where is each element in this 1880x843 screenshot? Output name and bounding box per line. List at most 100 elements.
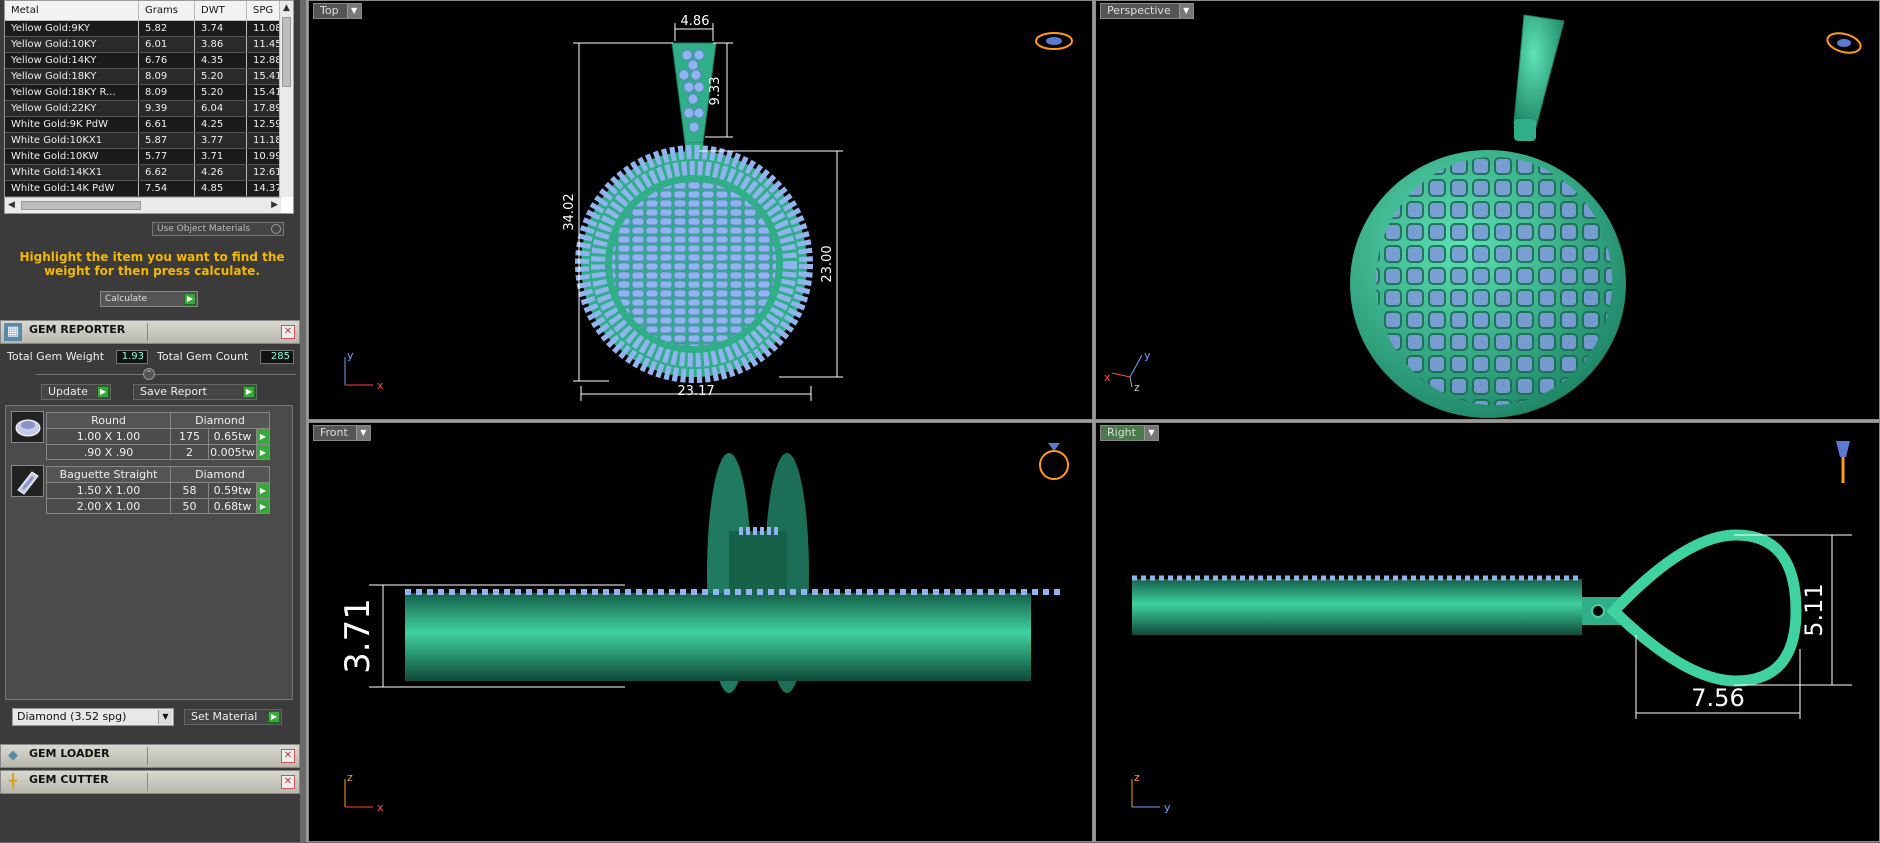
scroll-up-icon[interactable]: ▲ xyxy=(283,1,290,15)
metal-row[interactable]: White Gold:14KX1 6.62 4.26 12.61 xyxy=(5,165,293,181)
ring-side-icon[interactable] xyxy=(1836,441,1850,483)
left-panel: Metal Grams DWT SPG Yellow Gold:9KY 5.82 3… xyxy=(0,0,300,842)
metal-grams: 9.39 xyxy=(139,101,195,116)
axis-label-x: x xyxy=(377,801,384,814)
perspective-viewport[interactable]: y x z Perspective ▼ xyxy=(1095,0,1880,420)
vscroll-thumb[interactable] xyxy=(282,17,291,87)
save-report-label: Save Report xyxy=(140,385,207,398)
pendant-perspective xyxy=(1350,14,1626,418)
right-viewport[interactable]: 5.11 7.56 z y Right ▼ xyxy=(1095,422,1880,842)
metal-spg: 11.45 xyxy=(247,37,281,52)
set-material-button[interactable]: Set Material ▶ xyxy=(184,709,282,725)
calculate-button[interactable]: Calculate ▶ xyxy=(100,291,198,307)
hscroll-thumb[interactable] xyxy=(21,201,141,210)
pendant-top-view xyxy=(575,42,813,383)
metal-grams: 6.01 xyxy=(139,37,195,52)
metal-table-hscrollbar[interactable]: ◀ ▶ xyxy=(5,197,281,213)
metal-weight-table[interactable]: Metal Grams DWT SPG Yellow Gold:9KY 5.82 3… xyxy=(4,0,294,214)
gem-count: 2 xyxy=(170,444,208,460)
select-row-icon[interactable]: ▶ xyxy=(256,498,270,514)
chevron-down-icon[interactable]: ▼ xyxy=(346,4,361,18)
radio-icon[interactable] xyxy=(271,224,281,234)
viewport-tab-front[interactable]: Front ▼ xyxy=(313,425,371,441)
select-row-icon[interactable]: ▶ xyxy=(256,428,270,444)
gem-count: 58 xyxy=(170,482,208,498)
gem-size-row[interactable]: 1.50 X 1.00 58 0.59tw ▶ xyxy=(46,482,270,498)
metal-name: Yellow Gold:14KY xyxy=(5,53,139,68)
metal-name: Yellow Gold:10KY xyxy=(5,37,139,52)
viewport-label: Front xyxy=(320,426,348,439)
close-icon[interactable]: ✕ xyxy=(281,775,295,789)
metal-row[interactable]: White Gold:9K PdW 6.61 4.25 12.59 xyxy=(5,117,293,133)
play-icon[interactable]: ▶ xyxy=(243,386,255,398)
gem-size-row[interactable]: 2.00 X 1.00 50 0.68tw ▶ xyxy=(46,498,270,514)
gem-loader-header[interactable]: ◆ GEM LOADER ✕ xyxy=(0,744,300,768)
top-viewport[interactable]: 4.86 9.33 34.02 23.00 23.17 y x Top ▼ xyxy=(308,0,1093,420)
col-metal[interactable]: Metal xyxy=(5,1,139,20)
select-row-icon[interactable]: ▶ xyxy=(256,482,270,498)
metal-row[interactable]: Yellow Gold:10KY 6.01 3.86 11.45 xyxy=(5,37,293,53)
metal-name: White Gold:10KW xyxy=(5,149,139,164)
scroll-right-icon[interactable]: ▶ xyxy=(271,198,278,212)
material-select[interactable]: Diamond (3.52 spg) ▼ xyxy=(12,708,174,726)
close-icon[interactable]: ✕ xyxy=(281,749,295,763)
save-report-button[interactable]: Save Report ▶ xyxy=(133,384,257,400)
gem-size-row[interactable]: .90 X .90 2 0.005tw ▶ xyxy=(46,444,270,460)
col-dwt[interactable]: DWT xyxy=(195,1,247,20)
metal-row[interactable]: Yellow Gold:18KY R... 8.09 5.20 15.41 xyxy=(5,85,293,101)
set-material-label: Set Material xyxy=(191,710,258,723)
viewport-tab-top[interactable]: Top ▼ xyxy=(313,3,362,19)
play-icon[interactable]: ▶ xyxy=(97,386,109,398)
metal-spg: 15.41 xyxy=(247,85,281,100)
gem-size-row[interactable]: 1.00 X 1.00 175 0.65tw ▶ xyxy=(46,428,270,444)
metal-grams: 8.09 xyxy=(139,85,195,100)
update-button[interactable]: Update ▶ xyxy=(41,384,111,400)
chevron-down-icon[interactable]: ▼ xyxy=(1178,4,1193,18)
metal-dwt: 3.74 xyxy=(195,21,247,36)
col-grams[interactable]: Grams xyxy=(139,1,195,20)
metal-name: Yellow Gold:18KY xyxy=(5,69,139,84)
play-icon[interactable]: ▶ xyxy=(184,293,196,305)
gem-count: 175 xyxy=(170,428,208,444)
select-row-icon[interactable]: ▶ xyxy=(256,444,270,460)
ring-front-icon[interactable] xyxy=(1039,443,1069,480)
metal-row[interactable]: Yellow Gold:9KY 5.82 3.74 11.08 xyxy=(5,21,293,37)
round-gem-icon xyxy=(11,411,44,443)
metal-row[interactable]: Yellow Gold:22KY 9.39 6.04 17.89 xyxy=(5,101,293,117)
gem-cutter-icon: ╋ xyxy=(9,774,17,789)
viewport-tab-perspective[interactable]: Perspective ▼ xyxy=(1100,3,1194,19)
gem-size: 1.50 X 1.00 xyxy=(46,482,170,498)
dim-label: 3.71 xyxy=(338,598,378,674)
header-separator xyxy=(147,747,148,765)
viewport-tab-right[interactable]: Right ▼ xyxy=(1100,425,1159,441)
chevron-down-icon[interactable]: ▼ xyxy=(158,710,172,724)
close-icon[interactable]: ✕ xyxy=(281,325,295,339)
ring-orientation-icon[interactable] xyxy=(1825,30,1863,56)
col-spg[interactable]: SPG xyxy=(247,1,281,20)
total-gem-weight-label: Total Gem Weight xyxy=(7,350,105,363)
metal-dwt: 4.25 xyxy=(195,117,247,132)
scroll-left-icon[interactable]: ◀ xyxy=(8,198,15,212)
metal-dwt: 5.20 xyxy=(195,69,247,84)
collapse-icon[interactable]: ⌃ xyxy=(143,368,155,380)
ring-orientation-icon[interactable] xyxy=(1035,32,1073,50)
metal-row[interactable]: Yellow Gold:14KY 6.76 4.35 12.88 xyxy=(5,53,293,69)
metal-grams: 6.76 xyxy=(139,53,195,68)
play-icon[interactable]: ▶ xyxy=(268,711,280,723)
metal-row[interactable]: White Gold:10KW 5.77 3.71 10.99 xyxy=(5,149,293,165)
use-object-materials-toggle[interactable]: Use Object Materials xyxy=(152,222,284,236)
metal-table-body: Yellow Gold:9KY 5.82 3.74 11.08 Yellow Gold:… xyxy=(5,21,293,197)
metal-dwt: 3.71 xyxy=(195,149,247,164)
gem-cutter-header[interactable]: ╋ GEM CUTTER ✕ xyxy=(0,770,300,794)
front-viewport[interactable]: 3.71 z x Front ▼ xyxy=(308,422,1093,842)
gem-reporter-header[interactable]: ▦ GEM REPORTER ✕ xyxy=(0,320,300,344)
dim-label: 34.02 xyxy=(562,193,577,230)
metal-row[interactable]: Yellow Gold:18KY 8.09 5.20 15.41 xyxy=(5,69,293,85)
metal-table-vscrollbar[interactable]: ▲ xyxy=(279,1,293,197)
pendant-front-view xyxy=(405,453,1061,693)
metal-row[interactable]: White Gold:14K PdW 7.54 4.85 14.37 xyxy=(5,181,293,197)
chevron-down-icon[interactable]: ▼ xyxy=(1143,426,1158,440)
metal-row[interactable]: White Gold:10KX1 5.87 3.77 11.18 xyxy=(5,133,293,149)
hint-text: Highlight the item you want to find the … xyxy=(19,250,285,278)
chevron-down-icon[interactable]: ▼ xyxy=(355,426,370,440)
